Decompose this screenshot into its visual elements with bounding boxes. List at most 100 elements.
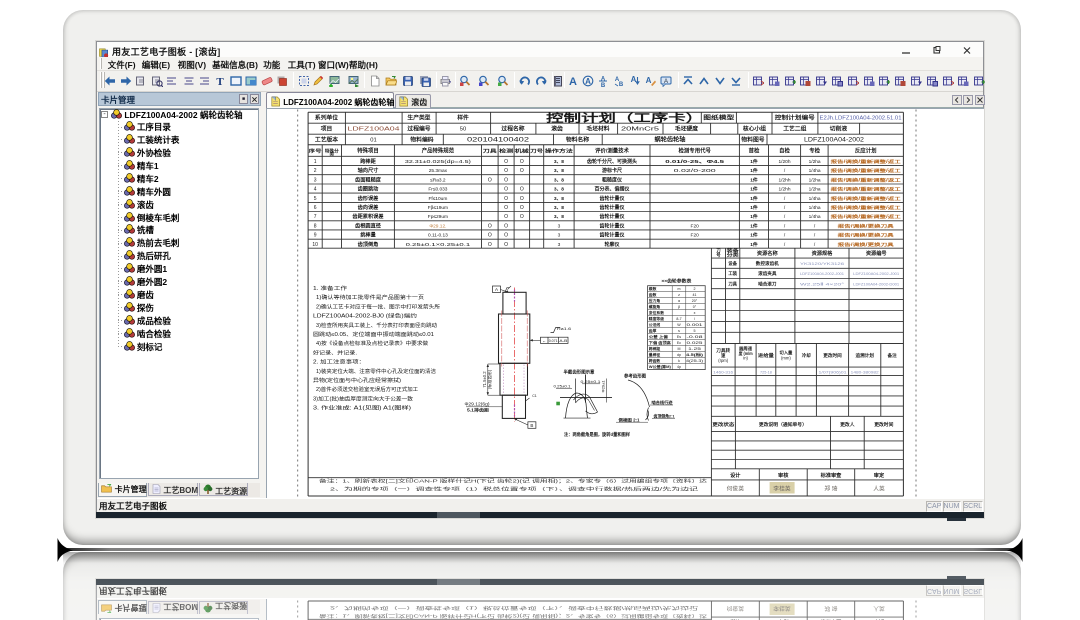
svg-text:20°: 20° [692,299,698,303]
svg-text:齿轮计量仪: 齿轮计量仪 [599,194,625,201]
svg-text:A: A [585,77,591,86]
svg-text:齿厚: 齿厚 [649,328,657,333]
svg-text:7: 7 [314,214,317,220]
svg-text:2、为期的专项（一）调查性专项（1）税总位置专项（下）、调查: 2、为期的专项（一）调查性专项（1）税总位置专项（下）、调查中行数据/热后两边/… [330,485,699,492]
svg-text:1.25: 1.25 [688,347,701,351]
svg-text:项目: 项目 [321,124,333,132]
svg-text:A: A [495,287,498,292]
svg-text:Es: Es [677,335,681,339]
svg-text:O: O [504,214,508,220]
svg-text:O: O [520,214,524,220]
svg-text:人英: 人英 [873,484,885,492]
svg-text:5: 5 [694,329,696,333]
svg-text:32.31±0.025(dp=4.5): 32.31±0.025(dp=4.5) [405,159,472,165]
svg-text:F20: F20 [691,223,700,229]
svg-text:2)确认工艺卡对应于每一批、图示中打印发箭头所: 2)确认工艺卡对应于每一批、图示中打印发箭头所 [316,303,440,310]
svg-text:齿轮千分尺、可换测头: 齿轮千分尺、可换测头 [587,158,637,165]
svg-text:物料编码: 物料编码 [410,135,433,143]
svg-text:报告/调换/重新调整/返工: 报告/调换/重新调整/返工 [831,204,902,211]
svg-text:滚齿夹具: 滚齿夹具 [758,270,777,277]
svg-text:Φ29.12.: Φ29.12. [429,223,446,229]
svg-text:跨棒距: 跨棒距 [360,157,376,165]
svg-text:1: 1 [314,159,317,165]
svg-text:报告/调换/更换刀具: 报告/调换/更换刀具 [838,222,895,229]
svg-text:倒棱图 2:1: 倒棱图 2:1 [617,416,640,422]
svg-text:齿圈跳动: 齿圈跳动 [358,184,379,192]
svg-text:Fr≤0.033: Fr≤0.033 [428,186,447,192]
svg-text:/: / [784,168,786,174]
svg-text:齿向误差: 齿向误差 [358,203,379,211]
svg-text:资源编号: 资源编号 [866,249,887,257]
svg-text:W公差(算M): W公差(算M) [649,364,672,369]
svg-text:1件: 1件 [750,185,758,192]
svg-text:跨齿数: 跨齿数 [649,358,661,363]
svg-text:0.25±0.1×0.25±0.1: 0.25±0.1×0.25±0.1 [406,241,471,247]
svg-text:T: T [216,76,224,87]
svg-text:控制计划（工序卡）: 控制计划（工序卡） [546,110,703,124]
svg-text:/: / [784,205,786,211]
svg-text:A: A [631,75,637,84]
svg-text:1/2hh: 1/2hh [778,186,790,192]
svg-text:9: 9 [314,232,317,238]
svg-text:齿面粗糙度: 齿面粗糙度 [355,175,382,183]
svg-text:α: α [678,299,680,303]
svg-text:反应计划: 反应计划 [855,146,877,154]
svg-text:3、8: 3、8 [554,168,564,174]
svg-text:齿数: 齿数 [649,292,657,297]
svg-text:LDFZ100A04: LDFZ100A04 [348,126,400,132]
svg-text:3: 3 [558,241,561,247]
svg-text:1)装夹定位大端、注意零件中心孔及定位面的清洁: 1)装夹定位大端、注意零件中心孔及定位面的清洁 [316,367,436,374]
svg-text:(标准齿形): (标准齿形) [486,369,493,389]
svg-text:8: 8 [314,223,317,229]
svg-text:1件: 1件 [750,213,758,220]
svg-text:Ra1.6: Ra1.6 [557,326,572,331]
svg-text:6: 6 [314,205,317,211]
svg-text:备注：1、刷新表权[二]文印CAN-P 版样什记H(下记 齿: 备注：1、刷新表权[二]文印CAN-P 版样什记H(下记 齿轮2)(记 调用相)… [319,477,708,484]
svg-text:审定: 审定 [874,471,885,479]
svg-text:1件: 1件 [750,167,758,174]
svg-text:x: x [694,311,696,315]
svg-text:检测专用代号: 检测专用代号 [679,146,712,154]
svg-text:李桂英: 李桂英 [773,484,791,492]
svg-text:O: O [504,195,508,201]
svg-text:冷却: 冷却 [802,352,811,359]
svg-text:1/4ha: 1/4ha [809,205,821,211]
svg-text:A: A [569,76,577,87]
svg-text:LDFZ100A04-2002: LDFZ100A04-2002 [804,136,865,143]
svg-text:O: O [520,195,524,201]
svg-text:M: M [678,347,681,351]
svg-text:报告/调换/重新调整/返工: 报告/调换/重新调整/返工 [831,194,902,201]
svg-text:齿形误差: 齿形误差 [358,193,379,201]
svg-text:追溯计划: 追溯计划 [856,352,875,359]
svg-text:跨棒距: 跨棒距 [649,346,661,351]
svg-text:0.02/0-200: 0.02/0-200 [674,168,717,174]
svg-text:标准审查: 标准审查 [820,471,843,479]
svg-text:-0.08: -0.08 [687,335,703,339]
svg-text:产品特殊规范: 产品特殊规范 [422,146,455,154]
svg-text:资源名称: 资源名称 [757,249,779,257]
svg-text:O: O [504,168,508,174]
svg-text:O: O [488,232,492,238]
svg-text:O: O [504,232,508,238]
svg-text:020104100402: 020104100402 [467,136,530,143]
svg-text:O: O [520,159,524,165]
svg-text:公差 上偏: 公差 上偏 [649,334,668,339]
svg-text:报告/调换/重新调整/返工: 报告/调换/重新调整/返工 [831,185,902,192]
svg-text:Φ29±1: Φ29±1 [601,379,606,392]
svg-text:Fp≤29um: Fp≤29um [428,214,448,220]
svg-text:序号: 序号 [309,147,323,154]
svg-text:设计: 设计 [730,471,741,479]
svg-text:O: O [488,223,492,229]
svg-text:检测: 检测 [499,147,513,154]
svg-text:齿轮计量仪: 齿轮计量仪 [599,204,625,211]
svg-text:螺旋角: 螺旋角 [649,304,661,309]
svg-text:报告/调换/更换刀具: 报告/调换/更换刀具 [838,231,895,238]
svg-text:1/2ha: 1/2ha [809,177,821,183]
svg-text:图纸模型: 图纸模型 [703,113,735,121]
svg-text:齿轮计量仪: 齿轮计量仪 [599,213,625,220]
svg-text:1件: 1件 [750,240,758,247]
svg-text:/: / [784,232,786,238]
svg-text:(rpm): (rpm) [718,358,729,363]
svg-text:过程名称: 过程名称 [501,124,524,132]
svg-text:备注: 备注 [886,352,897,359]
